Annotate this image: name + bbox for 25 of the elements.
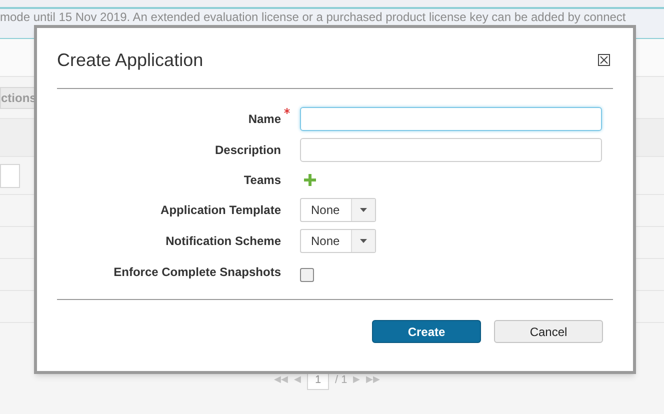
field-label: Enforce Complete Snapshots — [114, 264, 281, 281]
field-label: Notification Scheme — [166, 233, 281, 250]
field-label: Name — [248, 111, 281, 128]
create-button[interactable]: Create — [372, 320, 481, 343]
close-icon[interactable] — [598, 54, 610, 66]
last-page-button[interactable]: ▶▶ — [366, 373, 380, 387]
page-total: / 1 — [335, 372, 348, 388]
checkbox[interactable] — [300, 268, 314, 282]
text-field[interactable] — [300, 107, 602, 131]
first-page-button[interactable]: ◀◀ — [274, 373, 288, 387]
cancel-button[interactable]: Cancel — [494, 320, 603, 343]
field-label: Description — [214, 142, 281, 158]
next-page-button[interactable]: ▶ — [353, 373, 360, 387]
plus-icon[interactable] — [304, 174, 316, 186]
field-label: Application Template — [160, 202, 281, 218]
dropdown[interactable]: None — [300, 198, 376, 222]
field-label: Teams — [244, 172, 281, 188]
dialog-title: Create Application — [57, 48, 204, 72]
caret-icon — [360, 208, 367, 212]
dropdown[interactable]: None — [300, 229, 376, 253]
caret-icon — [360, 239, 367, 243]
license-banner-text: mode until 15 Nov 2019. An extended evaluation license or a purchased product license key can be added by connect — [0, 10, 626, 24]
prev-page-button[interactable]: ◀ — [294, 373, 301, 387]
text-field[interactable] — [300, 138, 602, 162]
filter-field[interactable] — [0, 164, 20, 188]
